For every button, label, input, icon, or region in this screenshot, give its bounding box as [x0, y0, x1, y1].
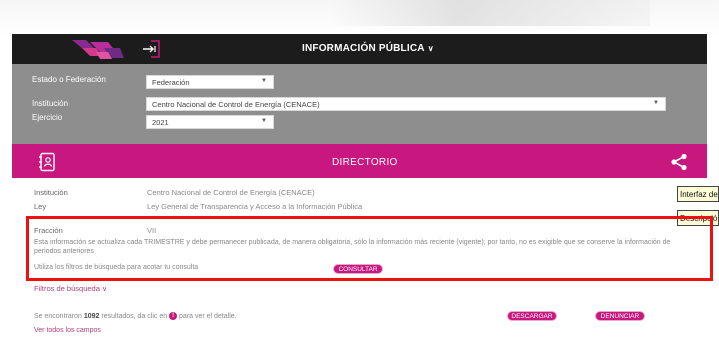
share-icon[interactable] [670, 153, 688, 171]
results-summary: Se encontraron 1092 resultados, da clic … [34, 312, 237, 320]
institucion-select[interactable]: Centro Nacional de Control de Energía (C… [146, 97, 666, 111]
results-count: 1092 [83, 312, 100, 320]
detail-fraccion-label: Fracción [34, 226, 63, 235]
directory-bar: DIRECTORIO [12, 144, 707, 178]
institucion-label: Institución [32, 99, 69, 108]
update-notice: Esta información se actualiza cada TRIME… [34, 239, 671, 255]
results-suffix: para ver el detalle. [179, 312, 237, 320]
public-info-menu-label: INFORMACIÓN PÚBLICA [302, 43, 425, 54]
caret-down-icon: ▼ [261, 118, 267, 124]
tooltip-interfaz: Interfaz de [677, 186, 719, 202]
top-shade [330, 0, 650, 26]
estado-label: Estado o Federación [32, 75, 106, 84]
consultar-button[interactable]: CONSULTAR [333, 264, 383, 274]
chevron-down-icon: ∨ [427, 44, 434, 53]
directory-title: DIRECTORIO [332, 157, 398, 168]
filters-panel: Estado o Federación Federación ▼ Institu… [12, 64, 707, 144]
estado-select[interactable]: Federación ▼ [146, 75, 274, 89]
detail-institucion-label: Institución [34, 188, 68, 197]
detail-institucion-value: Centro Nacional de Control de Energía (C… [147, 188, 315, 197]
results-prefix: Se encontraron [34, 312, 82, 320]
denunciar-button[interactable]: DENUNCIAR [595, 311, 645, 321]
filter-hint: Utiliza los filtros de búsqueda para aco… [34, 264, 199, 271]
search-filters-toggle[interactable]: Filtros de búsqueda ∨ [34, 284, 107, 293]
ejercicio-label: Ejercicio [32, 113, 63, 122]
results-middle: resultados, da clic en [101, 312, 168, 320]
view-all-fields-link[interactable]: Ver todos los campos [34, 327, 101, 334]
caret-down-icon: ▼ [261, 78, 267, 84]
detail-ley-value: Ley General de Transparencia y Acceso a … [147, 202, 363, 211]
estado-select-value: Federación [152, 78, 190, 87]
login-arrow-icon[interactable] [141, 39, 163, 59]
ejercicio-select[interactable]: 2021 ▼ [146, 115, 274, 129]
public-info-menu[interactable]: INFORMACIÓN PÚBLICA ∨ [302, 43, 434, 54]
chevron-down-icon: ∨ [101, 286, 108, 293]
transparency-logo-icon[interactable] [68, 38, 128, 60]
descargar-button[interactable]: DESCARGAR [507, 311, 557, 321]
detail-ley-label: Ley [34, 202, 47, 211]
site-header: INFORMACIÓN PÚBLICA ∨ [12, 34, 707, 64]
institucion-select-value: Centro Nacional de Control de Energía (C… [152, 100, 320, 109]
caret-down-icon: ▼ [653, 100, 659, 106]
directory-icon [39, 152, 55, 172]
info-icon: ! [169, 312, 178, 320]
ejercicio-select-value: 2021 [152, 118, 169, 127]
detail-fraccion-value: VII [147, 226, 157, 235]
browser-top-area [0, 0, 719, 36]
search-filters-label: Filtros de búsqueda [34, 284, 100, 293]
